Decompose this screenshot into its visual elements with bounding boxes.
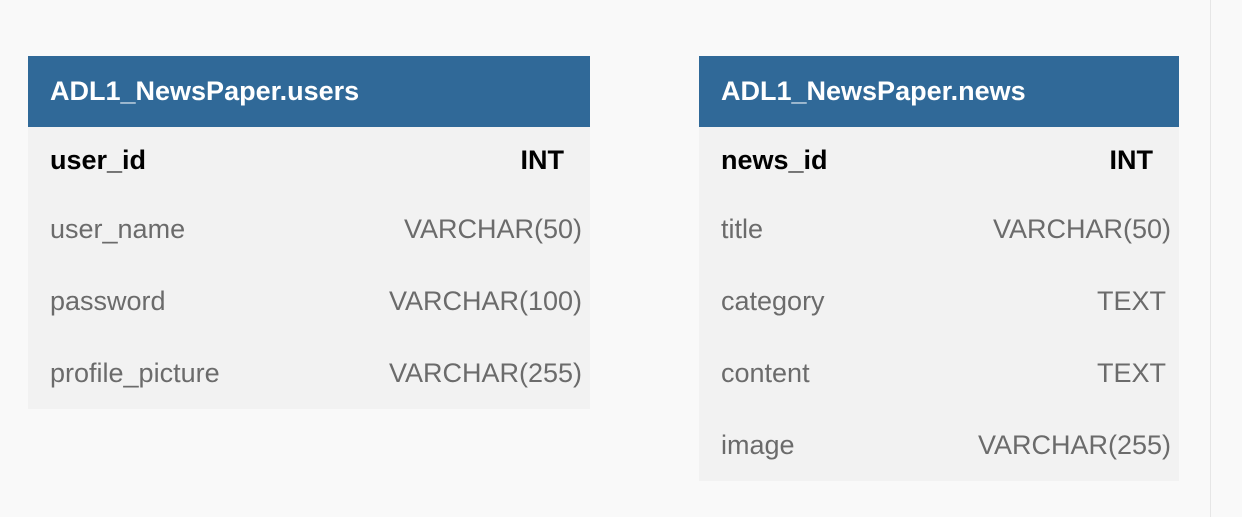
column-row-image[interactable]: image VARCHAR(255) [699, 409, 1179, 481]
column-name: password [50, 285, 166, 316]
column-row-news-id[interactable]: news_id INT [699, 127, 1179, 193]
column-row-password[interactable]: password VARCHAR(100) [28, 265, 590, 337]
column-type: VARCHAR(255) [977, 429, 1171, 460]
column-row-user-name[interactable]: user_name VARCHAR(50) [28, 193, 590, 265]
column-name: content [721, 357, 810, 388]
column-name: category [721, 285, 825, 316]
column-type: INT [1109, 144, 1154, 175]
column-row-content[interactable]: content TEXT [699, 337, 1179, 409]
column-row-category[interactable]: category TEXT [699, 265, 1179, 337]
column-type: VARCHAR(100) [388, 285, 582, 316]
column-type: INT [520, 144, 565, 175]
table-users[interactable]: ADL1_NewsPaper.users user_id INT user_na… [28, 56, 590, 409]
column-name: title [721, 213, 764, 244]
table-news-title: ADL1_NewsPaper.news [699, 56, 1179, 127]
column-row-profile-picture[interactable]: profile_picture VARCHAR(255) [28, 337, 590, 409]
canvas-edge-divider [1210, 0, 1211, 517]
table-news[interactable]: ADL1_NewsPaper.news news_id INT title VA… [699, 56, 1179, 481]
column-name: user_id [50, 144, 147, 175]
column-name: image [721, 429, 795, 460]
column-name: user_name [50, 213, 186, 244]
column-name: news_id [721, 144, 828, 175]
column-name: profile_picture [50, 357, 220, 388]
column-row-title[interactable]: title VARCHAR(50) [699, 193, 1179, 265]
column-row-user-id[interactable]: user_id INT [28, 127, 590, 193]
column-type: VARCHAR(255) [388, 357, 582, 388]
column-type: TEXT [1096, 285, 1166, 316]
column-type: VARCHAR(50) [992, 213, 1171, 244]
column-type: TEXT [1096, 357, 1166, 388]
column-type: VARCHAR(50) [403, 213, 582, 244]
table-users-title: ADL1_NewsPaper.users [28, 56, 590, 127]
